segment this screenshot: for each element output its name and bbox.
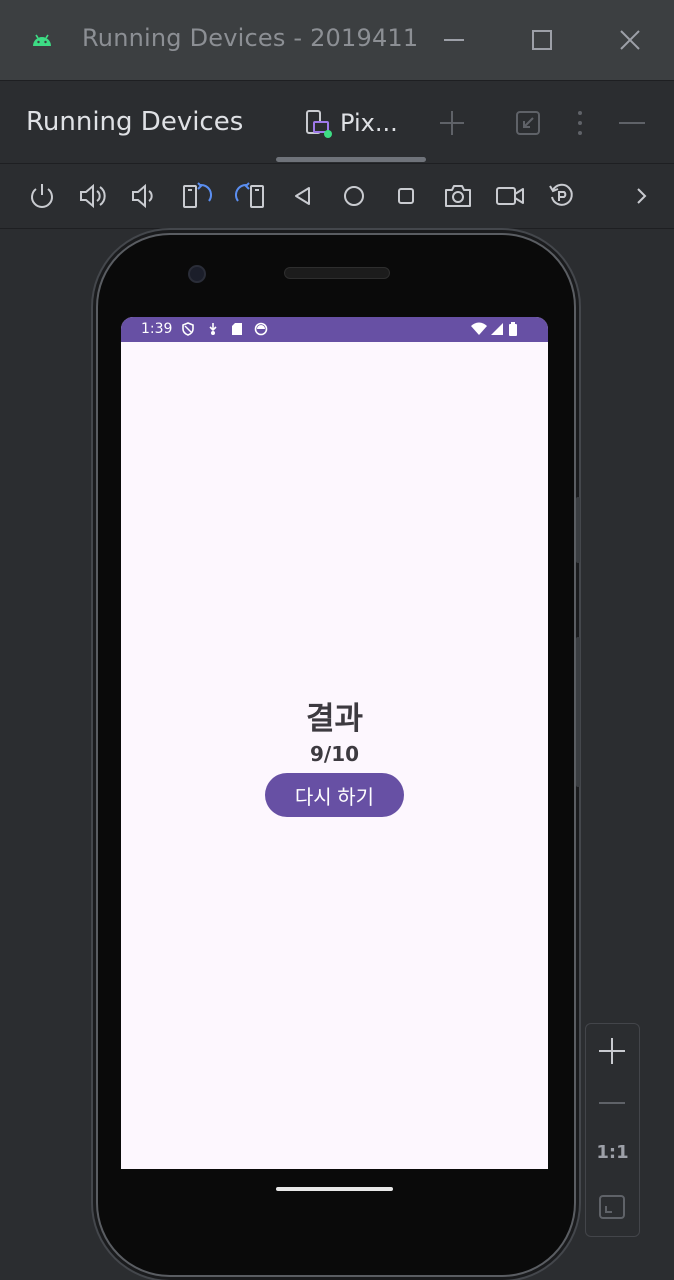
app-icon [254, 322, 268, 336]
volume-side-button [576, 637, 580, 787]
signal-icon [490, 322, 504, 336]
zoom-out-icon[interactable] [597, 1088, 627, 1118]
device-display-area: 1:39 결과 9/10 다시 하기 1:1 [0, 229, 674, 1280]
overview-icon[interactable] [391, 181, 421, 211]
result-score: 9/10 [309, 742, 360, 766]
maximize-icon[interactable] [528, 26, 556, 54]
sd-card-icon [230, 322, 244, 336]
phone-frame: 1:39 결과 9/10 다시 하기 [98, 235, 580, 1275]
device-toolbar [0, 164, 674, 229]
download-icon [206, 322, 220, 336]
ide-window: Running Devices - 2019411 Running Device… [0, 0, 674, 1280]
close-icon[interactable] [616, 26, 644, 54]
screenshot-icon[interactable] [443, 181, 473, 211]
rotate-left-icon[interactable] [182, 181, 212, 211]
zoom-reset-button[interactable]: 1:1 [586, 1142, 639, 1163]
more-vertical-icon[interactable] [566, 109, 594, 137]
window-title: Running Devices - 2019411 [82, 24, 419, 52]
device-screen[interactable]: 1:39 결과 9/10 다시 하기 [121, 317, 548, 1169]
home-icon[interactable] [339, 181, 369, 211]
back-icon[interactable] [288, 181, 318, 211]
battery-icon [508, 322, 518, 336]
zoom-controls: 1:1 [585, 1023, 640, 1237]
shield-icon [181, 322, 195, 336]
fit-screen-icon[interactable] [597, 1192, 627, 1222]
gesture-nav-handle[interactable] [276, 1187, 393, 1191]
screen-record-icon[interactable] [495, 181, 525, 211]
add-icon[interactable] [438, 109, 466, 137]
status-time: 1:39 [141, 321, 173, 337]
result-title: 결과 [305, 701, 364, 737]
tool-window-header: Running Devices Pix... [0, 81, 674, 164]
zoom-in-icon[interactable] [597, 1036, 627, 1066]
retry-button[interactable]: 다시 하기 [265, 773, 404, 817]
restore-icon[interactable] [514, 109, 542, 137]
power-side-button [576, 497, 580, 563]
tab-selection-indicator [276, 157, 426, 162]
hide-icon[interactable] [618, 109, 646, 137]
title-bar: Running Devices - 2019411 [0, 0, 674, 81]
android-icon [30, 28, 54, 52]
volume-down-icon[interactable] [130, 181, 160, 211]
minimize-icon[interactable] [440, 26, 468, 54]
panel-title: Running Devices [26, 107, 244, 137]
chevron-right-icon[interactable] [627, 181, 657, 211]
earpiece-speaker [284, 267, 390, 279]
status-bar: 1:39 [121, 317, 548, 342]
front-camera [188, 265, 206, 283]
device-tab[interactable]: Pix... [300, 103, 410, 143]
device-tab-label: Pix... [340, 109, 398, 137]
reset-icon[interactable] [547, 181, 577, 211]
power-icon[interactable] [27, 181, 57, 211]
volume-up-icon[interactable] [78, 181, 108, 211]
rotate-right-icon[interactable] [235, 181, 265, 211]
wifi-icon [471, 322, 487, 336]
phone-device-icon [304, 109, 332, 139]
